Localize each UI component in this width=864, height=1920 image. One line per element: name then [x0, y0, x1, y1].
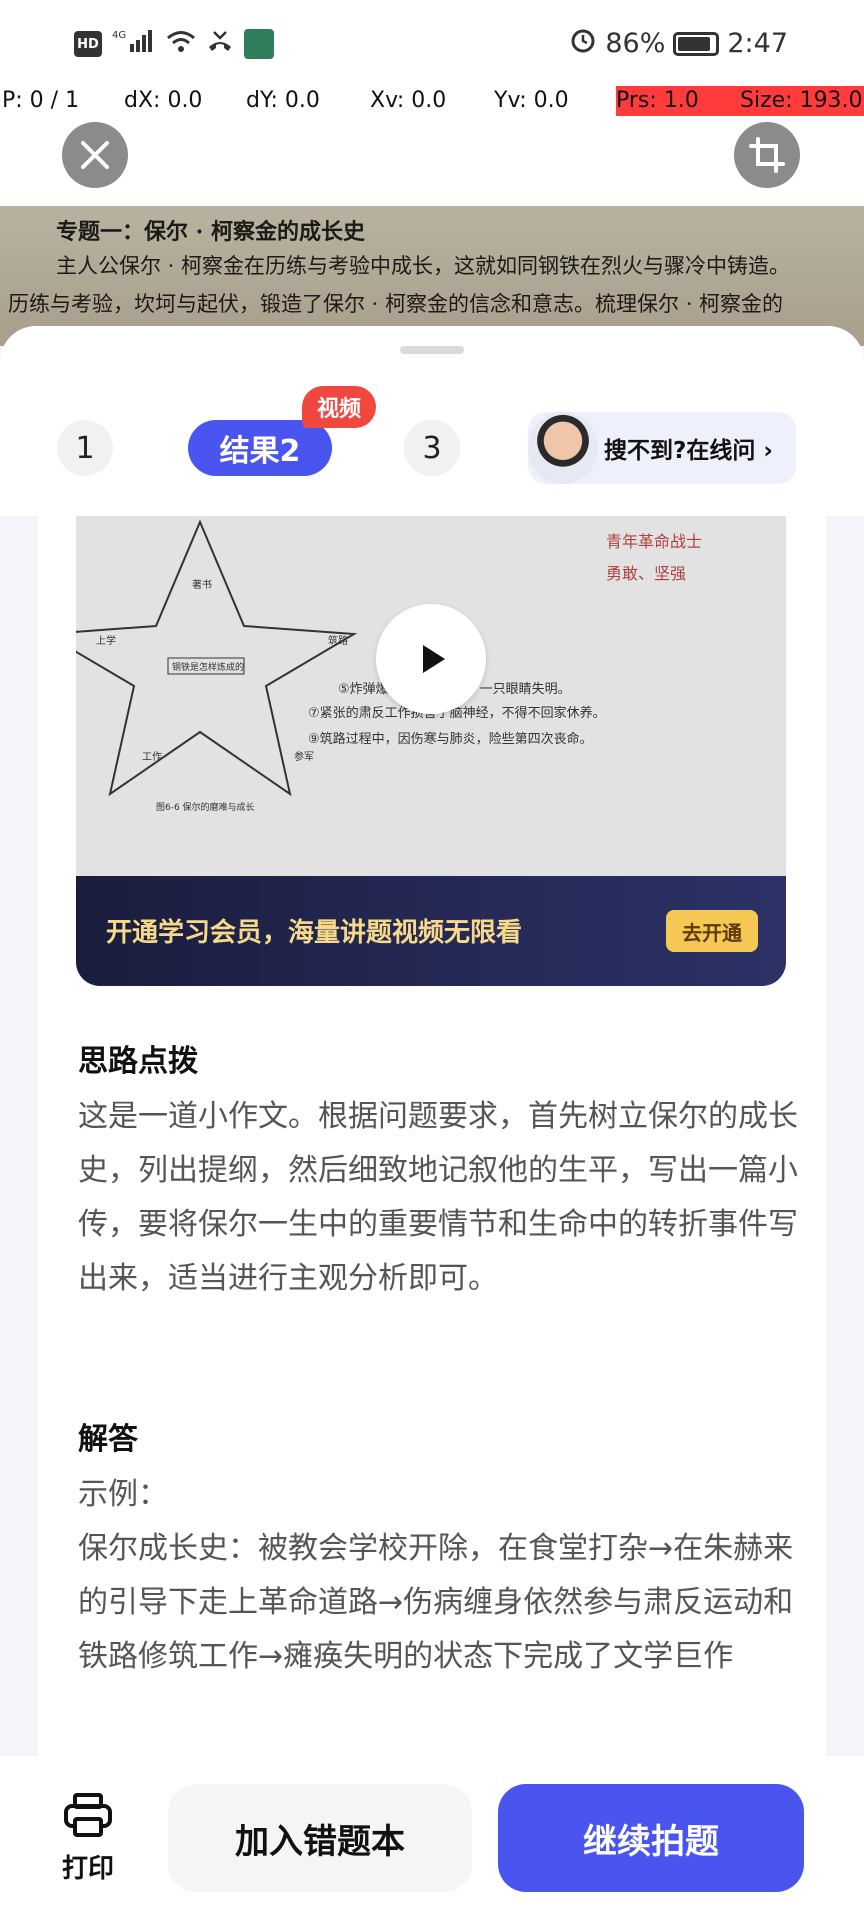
analysis-text: 这是一道小作文。根据问题要求，首先树立保尔的成长史，列出提纲，然后细致地记叙他的…	[78, 1099, 798, 1296]
photo-text-line: 历练与考验，坎坷与起伏，锻造了保尔 · 柯察金的信念和意志。梳理保尔 · 柯察金…	[8, 292, 784, 316]
tab-result-1[interactable]: 1	[57, 420, 113, 476]
wifi-icon	[166, 29, 196, 59]
svg-text:著书: 著书	[192, 578, 212, 591]
ask-online-label: 搜不到?在线问 ›	[604, 438, 773, 464]
analysis-title: 思路点拨	[78, 1044, 198, 1079]
svg-text:筑路: 筑路	[328, 634, 348, 647]
photo-text-line: 专题一：保尔 · 柯察金的成长史	[56, 219, 365, 245]
close-icon	[81, 141, 109, 169]
answer-card: 著书 上学 筑路 工作 参军 钢铁是怎样炼成的 图6-6 保尔的磨难与成长 ⑤炸…	[38, 516, 826, 1920]
teacher-avatar	[528, 412, 598, 484]
battery-icon	[673, 31, 720, 56]
app-notification-icon	[244, 29, 274, 59]
status-right: 86% 2:47	[569, 26, 788, 61]
print-button[interactable]: 打印	[50, 1792, 126, 1885]
continue-scan-button[interactable]: 继续拍题	[498, 1784, 804, 1892]
debug-prs: Prs: 1.0	[616, 88, 699, 113]
close-button[interactable]	[62, 122, 128, 188]
print-label: 打印	[61, 1854, 114, 1884]
debug-dx: dX: 0.0	[124, 88, 203, 113]
hd-badge: HD	[74, 31, 102, 57]
play-button[interactable]	[376, 604, 486, 714]
play-icon	[423, 645, 445, 673]
svg-text:参军: 参军	[294, 750, 314, 763]
status-bar: HD 4G 86% 2:47	[0, 0, 864, 86]
svg-text:图6-6 保尔的磨难与成长: 图6-6 保尔的磨难与成长	[156, 801, 255, 813]
vip-open-button[interactable]: 去开通	[666, 910, 758, 952]
handwritten-note: 青年革命战士	[606, 532, 703, 551]
result-tabs-bar: 1 结果2 视频 3 搜不到?在线问 ›	[0, 326, 864, 516]
add-to-wrong-book-button[interactable]: 加入错题本	[168, 1784, 472, 1892]
battery-percent: 86%	[605, 28, 666, 59]
result-sheet: 1 结果2 视频 3 搜不到?在线问 › 著书 上学 筑路 工作 参军 钢铁是怎…	[0, 326, 864, 1920]
sheet-drag-handle[interactable]	[400, 346, 464, 354]
answer-title: 解答	[78, 1422, 138, 1457]
debug-pointer: P: 0 / 1	[2, 88, 80, 113]
captured-photo: 专题一：保尔 · 柯察金的成长史 主人公保尔 · 柯察金在历练与考验中成长，这就…	[0, 206, 864, 346]
tab-result-3[interactable]: 3	[404, 420, 460, 476]
answer-text: 保尔成长史：被教会学校开除，在食堂打杂→在朱赫来的引导下走上革命道路→伤病缠身依…	[78, 1531, 794, 1674]
svg-text:工作: 工作	[142, 751, 162, 763]
status-left: HD 4G	[74, 28, 274, 60]
alarm-icon	[569, 26, 597, 61]
handwritten-note: 勇敢、坚强	[606, 564, 687, 583]
video-badge: 视频	[302, 386, 376, 428]
vip-promo-text: 开通学习会员，海量讲题视频无限看	[106, 918, 523, 948]
explanation-video[interactable]: 著书 上学 筑路 工作 参军 钢铁是怎样炼成的 图6-6 保尔的磨难与成长 ⑤炸…	[76, 516, 786, 986]
debug-size: Size: 193.0	[740, 88, 863, 113]
crop-button[interactable]	[734, 122, 800, 188]
missed-call-icon	[206, 29, 234, 59]
debug-yv: Yv: 0.0	[494, 88, 569, 113]
clock: 2:47	[727, 28, 788, 59]
ask-online-button[interactable]: 搜不到?在线问 ›	[528, 412, 796, 484]
debug-xv: Xv: 0.0	[370, 88, 447, 113]
printer-icon	[64, 1793, 112, 1837]
crop-icon	[749, 137, 785, 173]
svg-text:钢铁是怎样炼成的: 钢铁是怎样炼成的	[172, 661, 244, 673]
signal-icon: 4G	[112, 28, 156, 60]
tab-result-2[interactable]: 结果2	[188, 420, 332, 476]
video-note: ⑨筑路过程中，因伤寒与肺炎，险些第四次丧命。	[308, 732, 593, 747]
svg-text:4G: 4G	[112, 30, 126, 41]
answer-example-label: 示例：	[78, 1477, 168, 1512]
svg-text:上学: 上学	[96, 634, 116, 647]
vip-promo-banner[interactable]: 开通学习会员，海量讲题视频无限看 去开通	[76, 876, 786, 986]
debug-dy: dY: 0.0	[246, 88, 320, 113]
photo-text-line: 主人公保尔 · 柯察金在历练与考验中成长，这就如同钢铁在烈火与骤冷中铸造。	[56, 254, 791, 278]
bottom-action-bar: 打印 加入错题本 继续拍题	[0, 1756, 864, 1920]
pointer-debug-bar: P: 0 / 1 dX: 0.0 dY: 0.0 Xv: 0.0 Yv: 0.0…	[0, 86, 864, 116]
